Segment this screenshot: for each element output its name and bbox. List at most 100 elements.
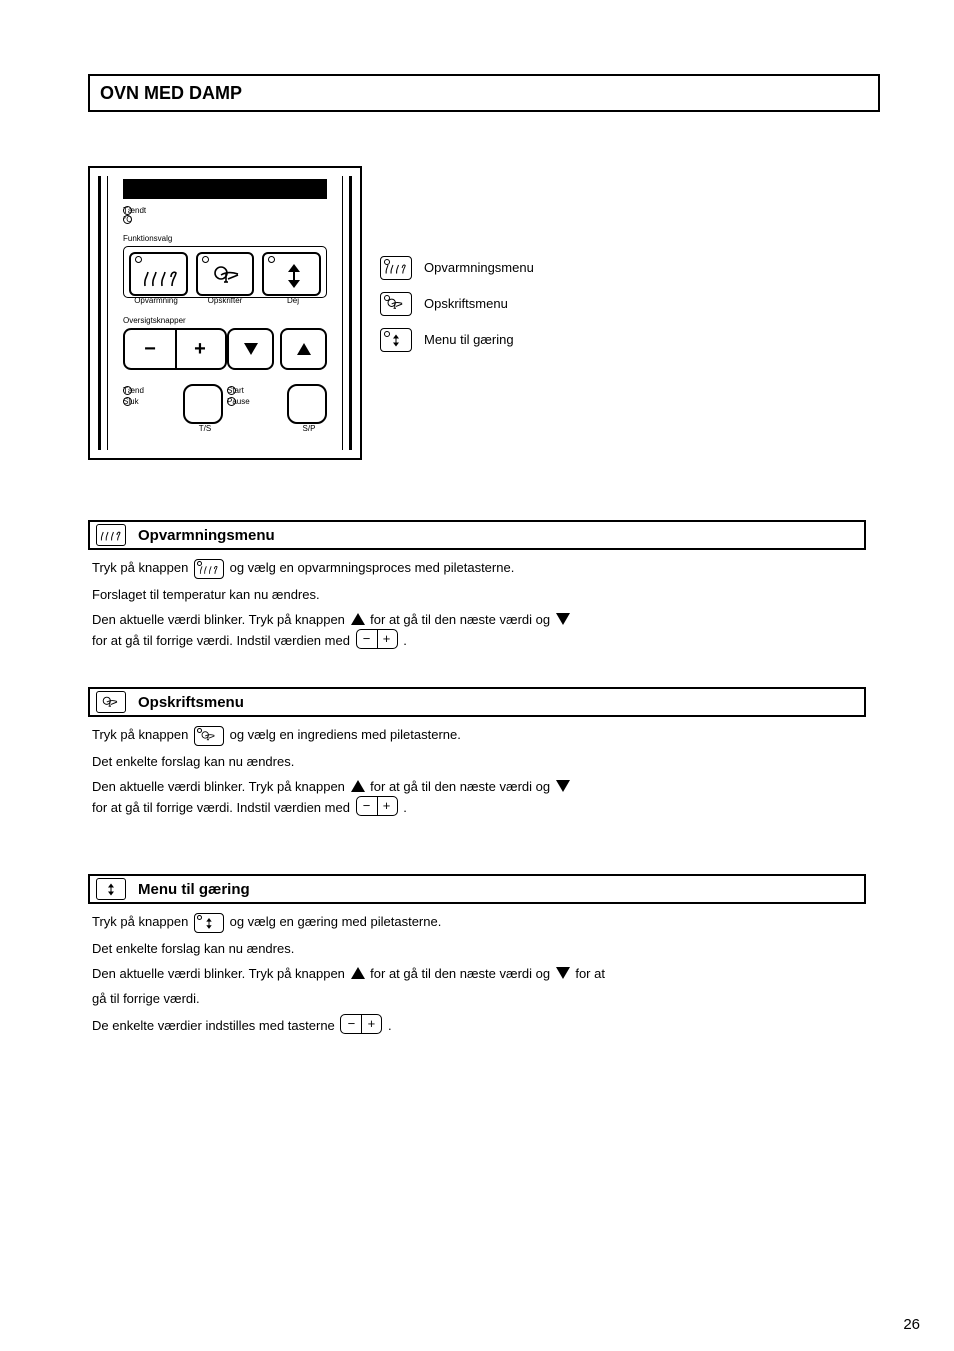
legend-row-heating: Opvarmningsmenu <box>380 250 534 286</box>
adjust-row: − + <box>123 328 327 370</box>
key-icon <box>96 691 126 713</box>
bottles-icon <box>383 260 409 276</box>
triangle-down-icon <box>556 613 570 625</box>
heating-led <box>135 256 142 263</box>
text: for at gå til den næste værdi og <box>370 612 550 627</box>
rise-arrow-icon <box>96 878 126 900</box>
section-recipes-title: Opskriftsmenu <box>138 694 244 711</box>
text: gå til forrige værdi. <box>92 989 862 1008</box>
text: for at gå til forrige værdi. Indstil vær… <box>92 633 354 648</box>
rise-icon-button <box>194 913 224 933</box>
text: Tryk på knappen <box>92 914 192 929</box>
display-screen <box>123 179 327 199</box>
power-button[interactable] <box>183 384 223 424</box>
text: Forslaget til temperatur kan nu ændres. <box>92 585 862 604</box>
legend-row-rising: Menu til gæring <box>380 322 534 358</box>
arrow-pair <box>227 328 327 366</box>
text: Tryk på knappen <box>92 727 192 742</box>
down-button[interactable] <box>227 328 274 370</box>
power-off-label: Sluk <box>123 396 139 408</box>
triangle-up-icon <box>351 780 365 792</box>
up-button[interactable] <box>280 328 327 370</box>
plusminus-icon: −+ <box>356 629 398 649</box>
legend-heating-text: Opvarmningsmenu <box>424 250 534 286</box>
key-icon <box>206 262 250 288</box>
text: for at <box>575 966 605 981</box>
startpause-button[interactable] <box>287 384 327 424</box>
plusminus-icon: −+ <box>340 1014 382 1034</box>
text: Den aktuelle værdi blinker. Tryk på knap… <box>92 966 349 981</box>
triangle-up-icon <box>351 967 365 979</box>
section-heating-title: Opvarmningsmenu <box>138 527 275 544</box>
section-rising-header: Menu til gæring <box>88 874 866 904</box>
section-recipes-header: Opskriftsmenu <box>88 687 866 717</box>
sel-btn1-label: Opvarmning <box>126 296 186 305</box>
section-rising: Menu til gæring Tryk på knappen og vælg … <box>88 874 866 1041</box>
panel-inner: Tændt °C Funktionsvalg <box>98 176 352 450</box>
text: Det enkelte forslag kan nu ændres. <box>92 752 862 771</box>
section-recipes: Opskriftsmenu Tryk på knappen og vælg en… <box>88 687 866 823</box>
section-heating-header: Opvarmningsmenu <box>88 520 866 550</box>
adj-row-label: Oversigtsknapper <box>123 316 186 325</box>
sel-btn3-label: Dej <box>265 296 321 305</box>
minus-button[interactable]: − <box>125 330 175 368</box>
plus-button[interactable]: + <box>175 330 225 368</box>
top-indicator-leds: Tændt °C <box>123 206 132 224</box>
text: Den aktuelle værdi blinker. Tryk på knap… <box>92 612 349 627</box>
recipes-button[interactable] <box>196 252 255 296</box>
section-rising-title: Menu til gæring <box>138 881 250 898</box>
legend-icon-rising <box>380 328 412 352</box>
text: Det enkelte forslag kan nu ændres. <box>92 939 862 958</box>
page-number: 26 <box>903 1316 920 1333</box>
bottles-icon <box>96 524 126 546</box>
startpause-group: Start Pause S/P <box>227 384 327 444</box>
rise-arrow-icon <box>386 332 406 348</box>
bottom-row: Tænd Sluk T/S Start Pause S/P <box>123 384 327 444</box>
panel-legend: Opvarmningsmenu Opskriftsmenu Menu til g… <box>380 250 534 358</box>
text: . <box>388 1018 392 1033</box>
plus-minus-rocker[interactable]: − + <box>123 328 227 370</box>
section-heating: Opvarmningsmenu Tryk på knappen og vælg … <box>88 520 866 656</box>
pause-led-label: Pause <box>227 396 250 408</box>
triangle-down-icon <box>244 343 258 355</box>
legend-icon-recipes <box>380 292 412 316</box>
panel-figure: Tændt °C Funktionsvalg <box>88 166 362 460</box>
section-heating-body: Tryk på knappen og vælg en opvarmningspr… <box>88 550 866 650</box>
triangle-down-icon <box>556 967 570 979</box>
section-rising-body: Tryk på knappen og vælg en gæring med pi… <box>88 904 866 1035</box>
legend-icon-heating <box>380 256 412 280</box>
power-btn-label: T/S <box>187 424 223 433</box>
key-icon <box>383 296 409 312</box>
sel-group-label: Funktionsvalg <box>123 234 172 243</box>
bottles-icon <box>139 264 183 290</box>
section-recipes-body: Tryk på knappen og vælg en ingrediens me… <box>88 717 866 817</box>
text: De enkelte værdier indstilles med taster… <box>92 1018 338 1033</box>
text: og vælg en gæring med piletasterne. <box>230 914 442 929</box>
sel-btn2-label: Opskrifter <box>197 296 253 305</box>
rise-arrow-icon <box>274 260 314 290</box>
text: for at gå til den næste værdi og <box>370 966 554 981</box>
led-label-degc: °C <box>123 214 132 225</box>
triangle-up-icon <box>297 343 311 355</box>
bottles-icon-button <box>194 559 224 579</box>
text: Tryk på knappen <box>92 560 192 575</box>
triangle-up-icon <box>351 613 365 625</box>
power-group: Tænd Sluk T/S <box>123 384 223 444</box>
legend-row-recipes: Opskriftsmenu <box>380 286 534 322</box>
text: . <box>403 800 407 815</box>
text: for at gå til forrige værdi. Indstil vær… <box>92 800 354 815</box>
triangle-down-icon <box>556 780 570 792</box>
key-icon-button <box>194 726 224 746</box>
text: Den aktuelle værdi blinker. Tryk på knap… <box>92 779 349 794</box>
text: for at gå til den næste værdi og <box>370 779 550 794</box>
dough-button[interactable] <box>262 252 321 296</box>
startpause-btn-label: S/P <box>291 424 327 433</box>
text: . <box>403 633 407 648</box>
text: og vælg en opvarmningsproces med piletas… <box>230 560 515 575</box>
legend-rising-text: Menu til gæring <box>424 322 514 358</box>
legend-recipes-text: Opskriftsmenu <box>424 286 508 322</box>
page-title: OVN MED DAMP <box>88 74 880 112</box>
text: og vælg en ingrediens med piletasterne. <box>230 727 461 742</box>
heating-button[interactable] <box>129 252 188 296</box>
plusminus-icon: −+ <box>356 796 398 816</box>
